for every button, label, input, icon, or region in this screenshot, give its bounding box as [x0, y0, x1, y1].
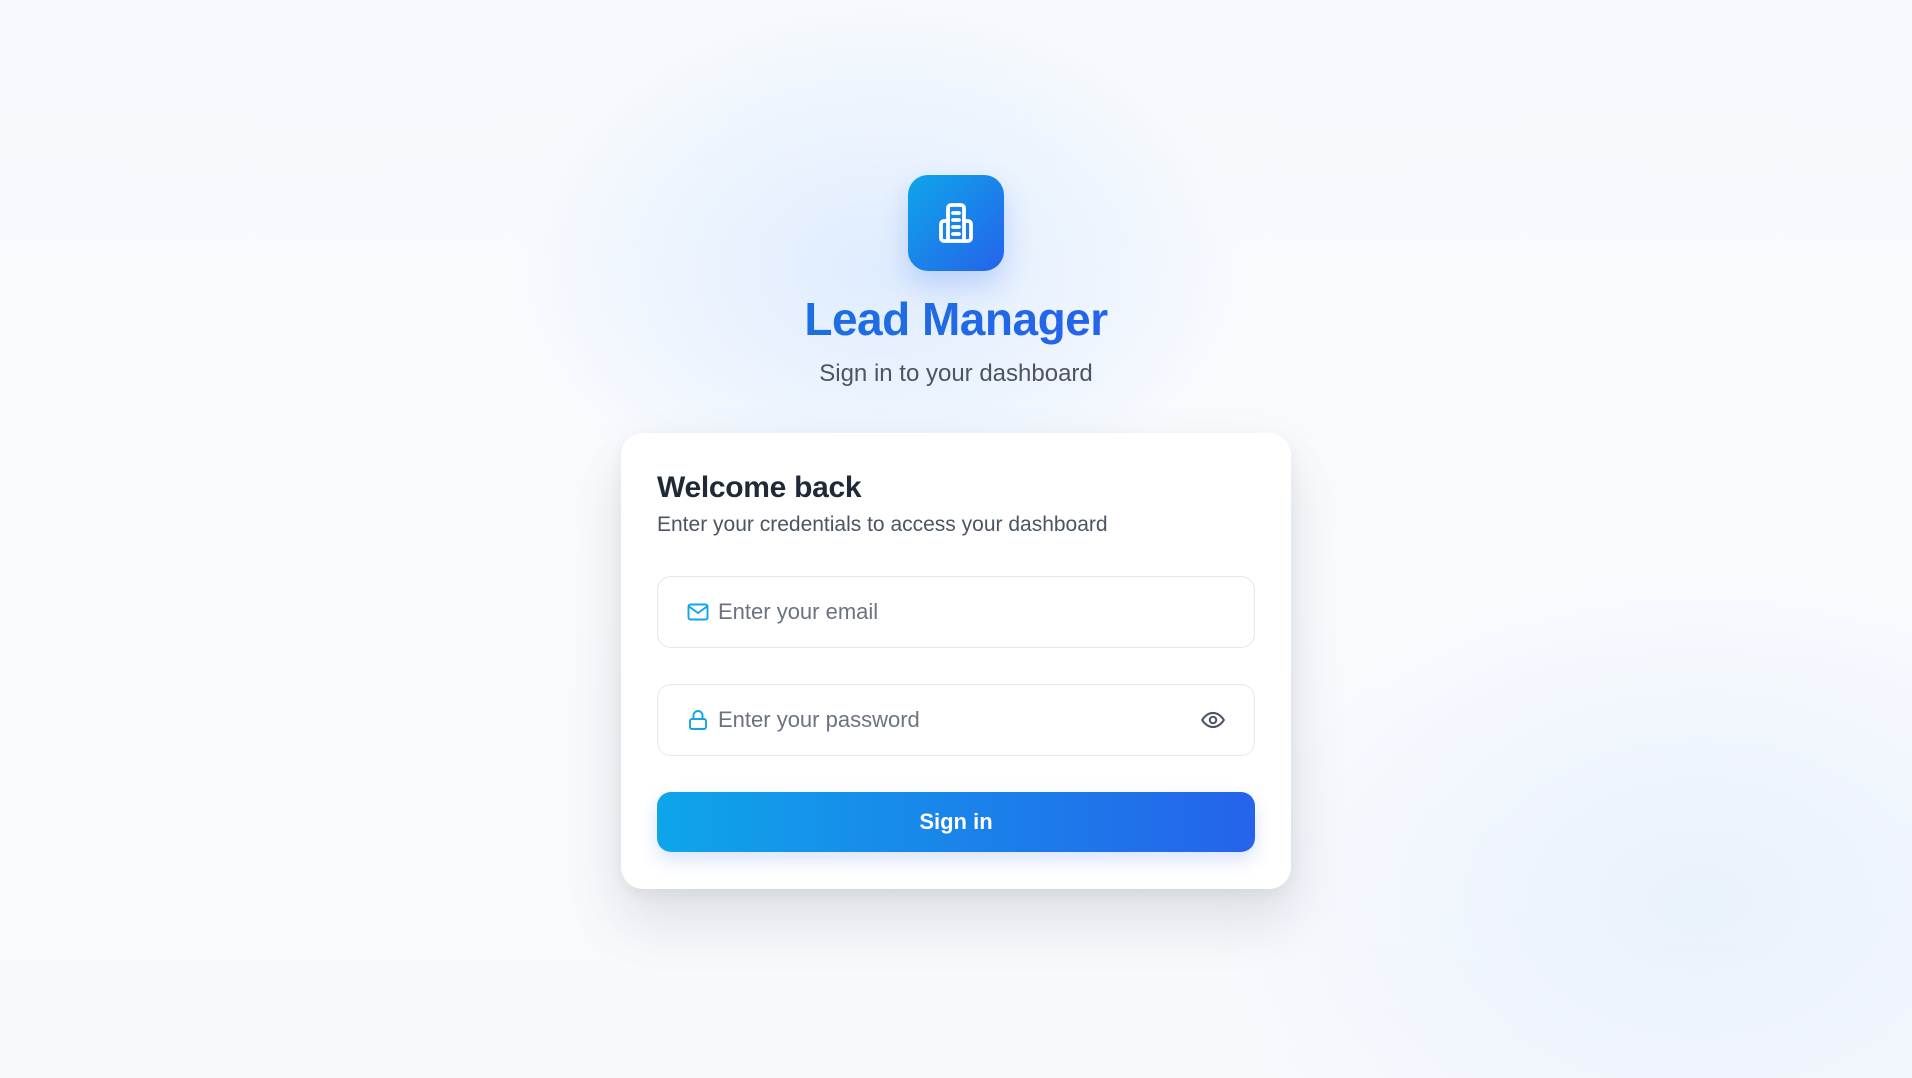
- app-subtitle: Sign in to your dashboard: [819, 359, 1093, 387]
- building-icon: [939, 203, 973, 243]
- mail-icon: [686, 600, 710, 624]
- card-title: Welcome back: [657, 470, 862, 504]
- email-input[interactable]: [658, 577, 1254, 648]
- app-title: Lead Manager: [804, 293, 1108, 345]
- app-logo: [908, 175, 1004, 271]
- password-field-wrapper: [657, 684, 1255, 757]
- card-description: Enter your credentials to access your da…: [657, 513, 1108, 537]
- login-card: Welcome back Enter your credentials to a…: [621, 432, 1291, 889]
- eye-icon[interactable]: [1200, 707, 1226, 733]
- login-page: Lead Manager Sign in to your dashboard W…: [0, 0, 1912, 889]
- email-field-wrapper: [657, 576, 1255, 649]
- sign-in-button[interactable]: Sign in: [657, 792, 1255, 853]
- lock-icon: [686, 708, 710, 732]
- password-input[interactable]: [658, 685, 1254, 756]
